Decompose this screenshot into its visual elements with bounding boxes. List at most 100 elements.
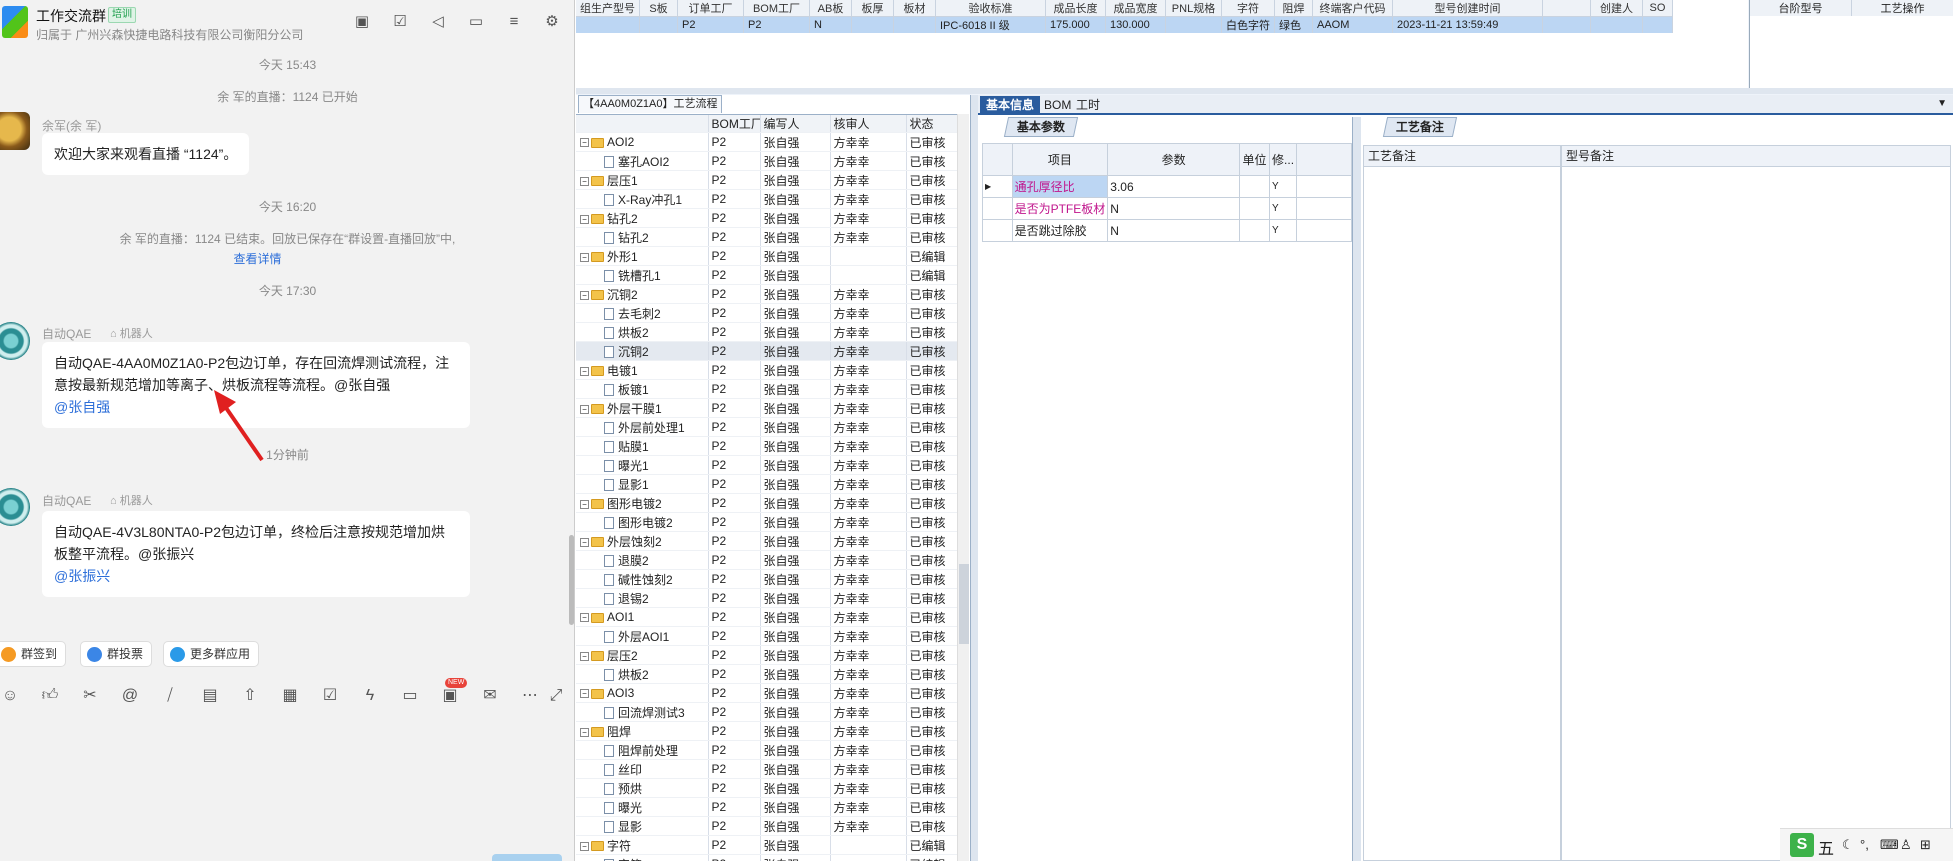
cell-reviewer[interactable] [830, 835, 907, 855]
grid-cell[interactable]: 绿色 [1274, 16, 1313, 33]
cell-writer[interactable]: 张自强 [760, 721, 831, 741]
cell-reviewer[interactable]: 方幸幸 [830, 227, 907, 247]
tree-row[interactable]: − 字符 P2 张自强 已编辑 [576, 835, 965, 855]
cell-reviewer[interactable]: 方幸幸 [830, 512, 907, 532]
cell-reviewer[interactable]: 方幸幸 [830, 626, 907, 646]
column-header[interactable]: 终端客户代码 [1312, 0, 1393, 17]
cell-bom[interactable]: P2 [708, 778, 761, 798]
cell-bom[interactable]: P2 [708, 303, 761, 323]
cell-writer[interactable]: 张自强 [760, 170, 831, 190]
tree-node[interactable]: − 阻焊 [576, 721, 709, 741]
cell-status[interactable]: 已审核 [906, 740, 965, 760]
column-header[interactable]: 台阶型号 [1750, 0, 1852, 16]
tree-node[interactable]: − AOI3 [576, 683, 709, 703]
emoji-icon[interactable]: ☺ [0, 686, 20, 706]
live-stream-icon[interactable]: ▣ [440, 686, 460, 706]
tree-row[interactable]: 丝印 P2 张自强 方幸幸 已审核 [576, 759, 965, 779]
cell-reviewer[interactable]: 方幸幸 [830, 417, 907, 437]
column-header[interactable]: 状态 [906, 115, 965, 133]
cell-reviewer[interactable]: 方幸幸 [830, 531, 907, 551]
live-icon[interactable]: ▣ [352, 12, 372, 32]
mail-icon[interactable]: ✉ [480, 686, 500, 706]
cell-status[interactable]: 已审核 [906, 170, 965, 190]
cell-status[interactable]: 已审核 [906, 493, 965, 513]
column-header[interactable]: 参数 [1107, 143, 1241, 176]
cell-writer[interactable]: 张自强 [760, 645, 831, 665]
cell-bom[interactable]: P2 [708, 398, 761, 418]
cell-writer[interactable]: 张自强 [760, 778, 831, 798]
collapse-icon[interactable]: − [580, 727, 589, 737]
column-header[interactable]: 阻焊 [1274, 0, 1313, 17]
cell-status[interactable]: 已审核 [906, 512, 965, 532]
process-flow-tab[interactable]: 【4AA0M0Z1A0】工艺流程 [578, 95, 723, 113]
tree-node[interactable]: 阻焊前处理 [576, 740, 709, 760]
cell-status[interactable]: 已审核 [906, 208, 965, 228]
tree-row[interactable]: − AOI1 P2 张自强 方幸幸 已审核 [576, 607, 965, 627]
param-item[interactable]: 通孔厚径比 [1011, 175, 1109, 198]
tree-row[interactable]: − 外形1 P2 张自强 已编辑 [576, 246, 965, 266]
user-icon[interactable]: ♙ [1900, 837, 1912, 853]
column-header[interactable] [576, 115, 709, 133]
cell-reviewer[interactable]: 方幸幸 [830, 740, 907, 760]
upload-icon[interactable]: ⇧ [240, 686, 260, 706]
tree-row[interactable]: 显影 P2 张自强 方幸幸 已审核 [576, 816, 965, 836]
cell-status[interactable]: 已审核 [906, 607, 965, 627]
cell-status[interactable]: 已审核 [906, 379, 965, 399]
tree-node[interactable]: 外层AOI1 [576, 626, 709, 646]
collapse-icon[interactable]: − [580, 689, 589, 699]
cell-bom[interactable]: P2 [708, 474, 761, 494]
tree-node[interactable]: 铣槽孔1 [576, 265, 709, 285]
cell-status[interactable]: 已审核 [906, 132, 965, 152]
cell-reviewer[interactable]: 方幸幸 [830, 341, 907, 361]
column-header[interactable]: 成品宽度 [1105, 0, 1166, 17]
cell-reviewer[interactable]: 方幸幸 [830, 702, 907, 722]
tree-node[interactable]: − 图形电镀2 [576, 493, 709, 513]
cell-bom[interactable]: P2 [708, 721, 761, 741]
column-header[interactable]: BOM工厂 [708, 115, 761, 133]
grid-cell[interactable] [851, 16, 894, 33]
cell-writer[interactable]: 张自强 [760, 740, 831, 760]
tree-node[interactable]: 贴膜1 [576, 436, 709, 456]
collapse-icon[interactable]: − [580, 404, 589, 414]
tree-row[interactable]: 回流焊测试3 P2 张自强 方幸幸 已审核 [576, 702, 965, 722]
punctuation-icon[interactable]: °, [1860, 837, 1869, 852]
model-notes-header[interactable]: 型号备注 [1561, 145, 1951, 167]
bot-avatar[interactable] [0, 488, 30, 526]
column-header[interactable]: 验收标准 [935, 0, 1046, 17]
column-header[interactable]: BOM工厂 [743, 0, 810, 17]
tree-row[interactable]: 显影1 P2 张自强 方幸幸 已审核 [576, 474, 965, 494]
column-header[interactable]: 订单工厂 [677, 0, 744, 17]
tree-node[interactable]: 图形电镀2 [576, 512, 709, 532]
tree-row[interactable]: 字符 P2张自强 已编辑 [576, 854, 965, 861]
vertical-splitter[interactable] [1353, 117, 1361, 861]
cell-writer[interactable]: 张自强 [760, 436, 831, 456]
cell-status[interactable]: 已审核 [906, 569, 965, 589]
mention-link[interactable]: @张振兴 [54, 565, 458, 587]
cell-bom[interactable]: P2 [708, 683, 761, 703]
cell-bom[interactable]: P2 [708, 588, 761, 608]
cell-status[interactable]: 已编辑 [906, 265, 965, 285]
tree-row[interactable]: 预烘 P2 张自强 方幸幸 已审核 [576, 778, 965, 798]
grid-cell[interactable] [1590, 16, 1643, 33]
param-flag[interactable]: Y [1269, 175, 1298, 198]
param-unit[interactable] [1239, 175, 1271, 198]
cell-reviewer[interactable]: 方幸幸 [830, 455, 907, 475]
cell-bom[interactable]: P2 [708, 265, 761, 285]
param-row[interactable]: ▶ 通孔厚径比 3.06 Y [982, 175, 1352, 198]
tree-row[interactable]: 板镀1 P2 张自强 方幸幸 已审核 [576, 379, 965, 399]
cell-status[interactable]: 已审核 [906, 816, 965, 836]
cell-status[interactable]: 已审核 [906, 721, 965, 741]
tree-row[interactable]: 曝光1 P2 张自强 方幸幸 已审核 [576, 455, 965, 475]
cell-bom[interactable]: P2 [708, 816, 761, 836]
tree-node[interactable]: − 钻孔2 [576, 208, 709, 228]
ime-mode[interactable]: 五 [1818, 835, 1834, 859]
collapse-icon[interactable]: − [580, 366, 589, 376]
column-header[interactable]: 创建人 [1590, 0, 1643, 17]
collapse-icon[interactable]: − [580, 841, 589, 851]
tree-row[interactable]: − 图形电镀2 P2 张自强 方幸幸 已审核 [576, 493, 965, 513]
collapse-icon[interactable]: − [580, 214, 589, 224]
column-header[interactable]: 组生产型号 [576, 0, 640, 17]
tree-row[interactable]: 去毛刺2 P2 张自强 方幸幸 已审核 [576, 303, 965, 323]
grid-cell[interactable]: 130.000 [1105, 16, 1166, 33]
cell-writer[interactable]: 张自强 [760, 797, 831, 817]
